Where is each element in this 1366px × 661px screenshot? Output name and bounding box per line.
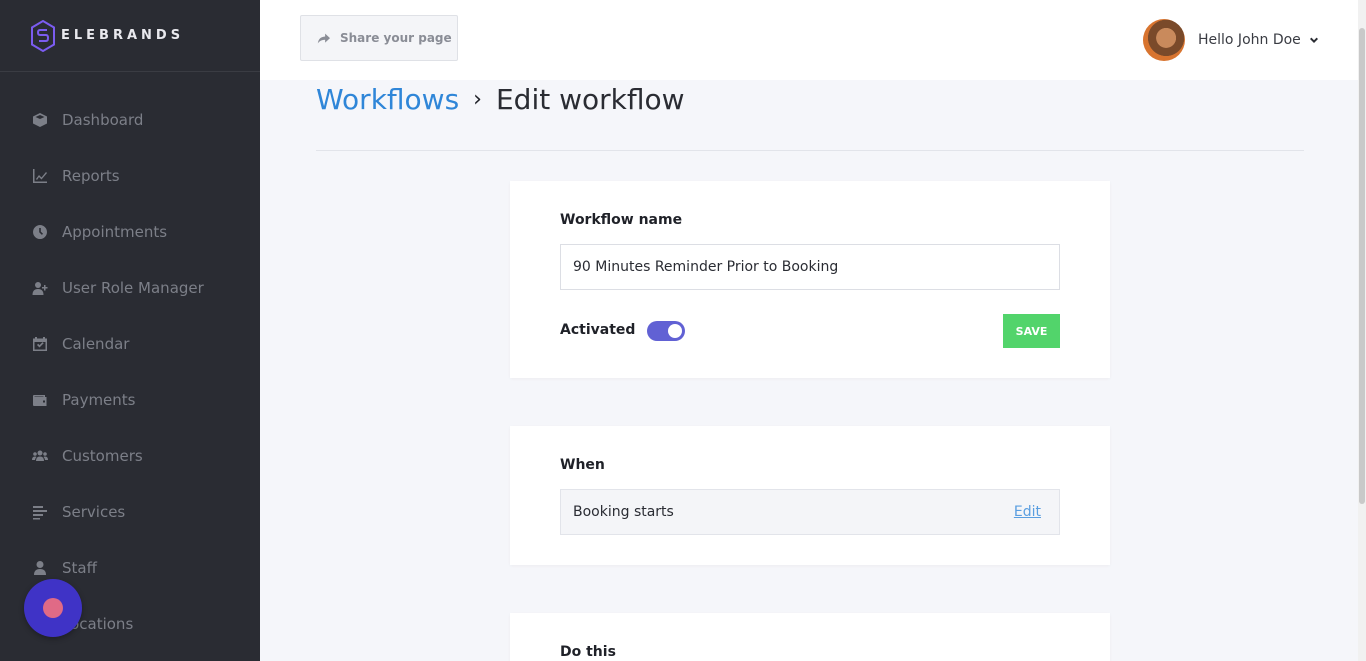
activated-toggle[interactable] bbox=[647, 321, 685, 341]
calendar-check-icon bbox=[31, 335, 49, 353]
share-page-button[interactable]: Share your page bbox=[300, 15, 458, 61]
wallet-icon bbox=[31, 391, 49, 409]
sidebar-item-calendar[interactable]: Calendar bbox=[0, 316, 260, 372]
do-this-card: Do this bbox=[510, 613, 1110, 661]
sidebar-nav: Dashboard Reports Appointments User Role… bbox=[0, 72, 260, 652]
sidebar-item-label: User Role Manager bbox=[62, 279, 204, 297]
user-plus-icon bbox=[31, 279, 49, 297]
sidebar-item-services[interactable]: Services bbox=[0, 484, 260, 540]
chart-line-icon bbox=[31, 167, 49, 185]
user-icon bbox=[31, 559, 49, 577]
share-page-label: Share your page bbox=[340, 31, 452, 45]
breadcrumb-separator: › bbox=[473, 86, 482, 112]
page-title: Edit workflow bbox=[495, 82, 685, 116]
sidebar-item-label: Reports bbox=[62, 167, 120, 185]
when-label: When bbox=[560, 457, 605, 473]
logo-mark-icon bbox=[31, 19, 55, 52]
user-greeting: Hello John Doe bbox=[1198, 32, 1301, 48]
sidebar-item-label: Services bbox=[62, 503, 126, 521]
header-divider bbox=[316, 150, 1304, 151]
activated-label: Activated bbox=[560, 322, 636, 338]
sidebar-item-payments[interactable]: Payments bbox=[0, 372, 260, 428]
workflow-name-label: Workflow name bbox=[560, 212, 683, 228]
sidebar-item-label: Appointments bbox=[62, 223, 168, 241]
list-icon bbox=[31, 503, 49, 521]
sidebar-item-label: Customers bbox=[62, 447, 143, 465]
chat-indicator-icon bbox=[43, 598, 63, 618]
save-button[interactable]: SAVE bbox=[1003, 314, 1060, 348]
avatar bbox=[1143, 19, 1185, 61]
brand-logo[interactable]: ELEBRANDS bbox=[0, 0, 260, 72]
toggle-knob bbox=[668, 324, 682, 338]
sidebar-item-appointments[interactable]: Appointments bbox=[0, 204, 260, 260]
sidebar-item-label: Dashboard bbox=[62, 111, 144, 129]
cube-icon bbox=[31, 111, 49, 129]
users-icon bbox=[31, 447, 49, 465]
trigger-value: Booking starts bbox=[573, 504, 674, 520]
workflow-settings-card: Workflow name Activated SAVE bbox=[510, 181, 1110, 378]
scrollbar-thumb[interactable] bbox=[1359, 28, 1365, 504]
sidebar-item-user-role-manager[interactable]: User Role Manager bbox=[0, 260, 260, 316]
sidebar-item-label: Calendar bbox=[62, 335, 130, 353]
brand-name: ELEBRANDS bbox=[61, 28, 185, 43]
sidebar-item-label: Payments bbox=[62, 391, 136, 409]
trigger-row: Booking starts Edit bbox=[560, 489, 1060, 535]
sidebar: ELEBRANDS Dashboard Reports Appointments… bbox=[0, 0, 260, 661]
sidebar-item-label: Staff bbox=[62, 559, 97, 577]
breadcrumb-workflows-link[interactable]: Workflows bbox=[316, 83, 459, 116]
when-card: When Booking starts Edit bbox=[510, 426, 1110, 565]
user-menu[interactable]: Hello John Doe bbox=[1143, 19, 1319, 61]
sidebar-item-reports[interactable]: Reports bbox=[0, 148, 260, 204]
breadcrumb: Workflows › Edit workflow bbox=[316, 80, 685, 118]
do-this-label: Do this bbox=[560, 644, 616, 660]
share-arrow-icon bbox=[317, 33, 330, 43]
chat-widget-button[interactable] bbox=[24, 579, 82, 637]
workflow-name-input[interactable] bbox=[560, 244, 1060, 290]
sidebar-item-customers[interactable]: Customers bbox=[0, 428, 260, 484]
edit-trigger-link[interactable]: Edit bbox=[1014, 504, 1041, 520]
page-scrollbar[interactable] bbox=[1358, 0, 1366, 661]
sidebar-item-dashboard[interactable]: Dashboard bbox=[0, 92, 260, 148]
chevron-down-icon bbox=[1309, 31, 1319, 50]
top-bar: Share your page Hello John Doe bbox=[260, 0, 1358, 80]
clock-icon bbox=[31, 223, 49, 241]
